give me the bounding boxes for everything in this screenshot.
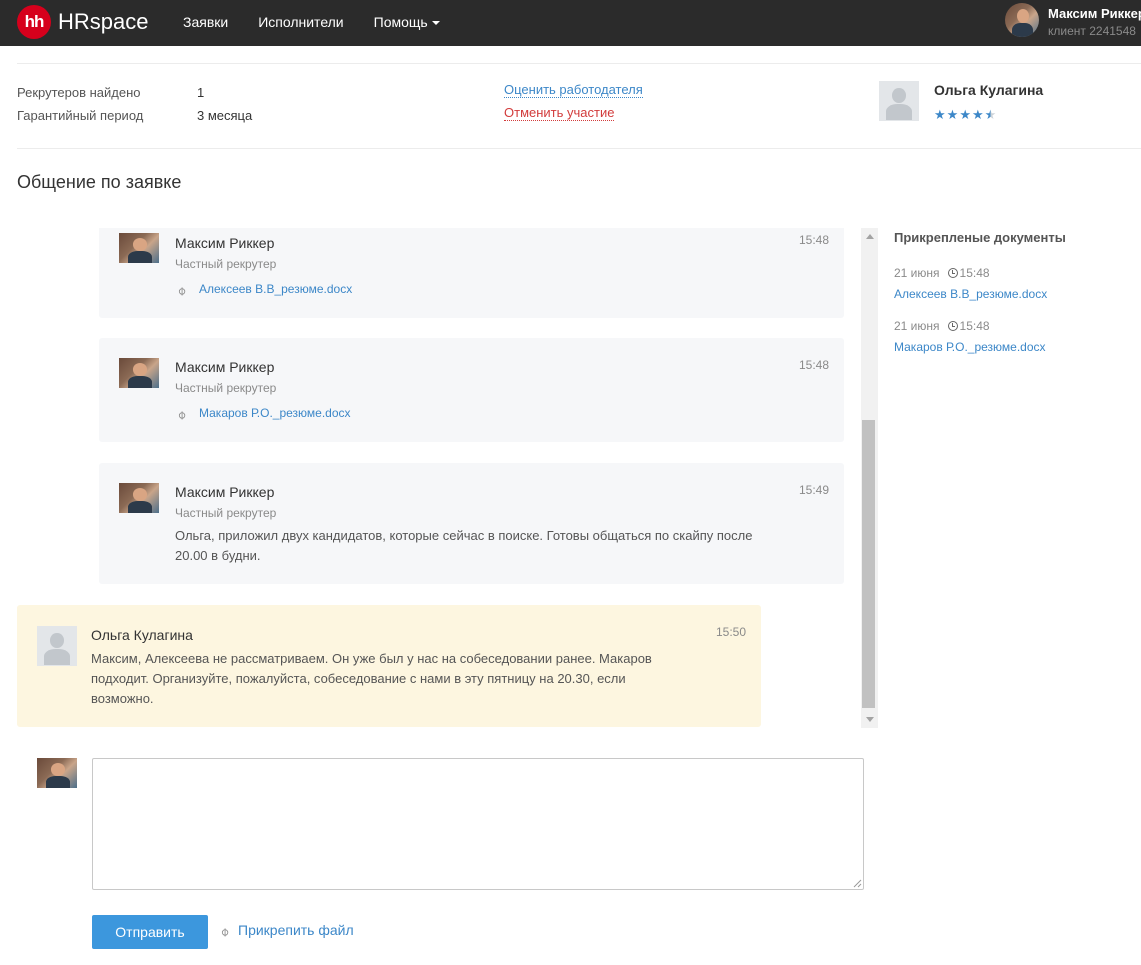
message-text: Максим, Алексеева не рассматриваем. Он у… [91,649,731,709]
author-avatar [37,626,77,666]
employer-rating: ★ ★ ★ ★ ★ [934,108,997,121]
star-icon: ★ [959,107,971,122]
chat-thread[interactable]: Максим Риккер Частный рекрутер 15:48 ⌀ Ал… [17,228,878,728]
logo-text: HRspace [58,9,149,34]
attachment-name: Алексеев В.В_резюме.docx [199,282,353,296]
send-button[interactable]: Отправить [92,915,208,949]
message-text-line: подходит. Организуйте, пожалуйста, собес… [91,671,626,686]
author-avatar [119,233,159,263]
hh-logo-icon: hh [17,5,51,39]
message-text-line: Максим, Алексеева не рассматриваем. Он у… [91,651,652,666]
chat-scrollbar[interactable] [861,228,878,728]
message-text: Ольга, приложил двух кандидатов, которые… [175,526,815,566]
nav-item-help[interactable]: Помощь [374,14,440,30]
resize-grip-icon[interactable] [852,878,862,888]
message-author: Максим Риккер [175,484,275,500]
chat-message: Максим Риккер Частный рекрутер 15:48 ⌀ Ма… [99,338,844,442]
page-title: Общение по заявке [17,172,182,192]
cancel-participation-link[interactable]: Отменить участие [504,105,615,121]
star-icon: ★ [934,107,946,122]
chat-message: Максим Риккер Частный рекрутер 15:49 Оль… [99,463,844,584]
user-client-id: клиент 2241548 [1048,24,1136,38]
nav-item-help-label: Помощь [373,14,428,30]
message-time: 15:48 [798,233,829,247]
message-author-role: Частный рекрутер [175,257,277,271]
message-time: 15:48 [798,358,829,372]
message-author-role: Частный рекрутер [175,381,277,395]
author-avatar [119,483,159,513]
message-text-line: 20.00 в будни. [175,548,261,563]
document-time: 15:48 [959,319,990,333]
chat-message: Максим Риккер Частный рекрутер 15:48 ⌀ Ал… [99,228,844,318]
top-navigation-bar: hh HRspace Заявки Исполнители Помощь Мак… [0,0,1141,46]
nav-item-executors[interactable]: Исполнители [258,14,343,30]
message-time: 15:50 [715,625,746,639]
paperclip-icon: ⌀ [216,924,232,940]
nav-item-requests[interactable]: Заявки [183,14,228,30]
chat-message-employer: Ольга Кулагина 15:50 Максим, Алексеева н… [17,605,761,727]
paperclip-icon: ⌀ [173,283,189,299]
star-icon: ★ [971,107,984,122]
scroll-up-arrow-icon[interactable] [866,234,874,239]
chevron-down-icon [431,21,440,26]
attach-file-label: Прикрепить файл [238,922,354,938]
document-link[interactable]: Макаров Р.О._резюме.docx [894,340,1046,354]
attached-documents-title: Прикрепленые документы [894,230,1066,245]
clock-icon [947,321,958,331]
message-text-line: возможно. [91,691,154,706]
composer-avatar [37,758,77,788]
document-date: 21 июня [894,319,940,333]
divider [17,148,1141,149]
star-half-icon: ★ [984,107,997,122]
scroll-down-arrow-icon[interactable] [866,717,874,722]
document-link[interactable]: Алексеев В.В_резюме.docx [894,287,1047,301]
scrollbar-thumb[interactable] [862,420,875,708]
rate-employer-link[interactable]: Оценить работодателя [504,82,643,98]
message-input[interactable] [92,758,864,890]
message-attachment[interactable]: ⌀ Алексеев В.В_резюме.docx [173,282,353,299]
recruiters-found-label: Рекрутеров найдено [17,85,141,100]
star-icon: ★ [946,107,959,122]
document-meta: 21 июня 15:48 [894,319,990,333]
message-author: Ольга Кулагина [91,627,193,643]
guarantee-period-value: 3 месяца [197,108,253,123]
message-author: Максим Риккер [175,235,275,251]
employer-name: Ольга Кулагина [934,82,1044,98]
main-nav: Заявки Исполнители Помощь [183,14,470,30]
paperclip-icon: ⌀ [173,407,189,423]
document-date: 21 июня [894,266,940,280]
document-meta: 21 июня 15:48 [894,266,990,280]
attach-file-link[interactable]: ⌀ Прикрепить файл [216,922,354,940]
user-name: Максим Риккер [1048,6,1141,21]
user-avatar [1005,3,1039,37]
message-author-role: Частный рекрутер [175,506,277,520]
divider [17,63,1141,64]
clock-icon [947,268,958,278]
message-attachment[interactable]: ⌀ Макаров Р.О._резюме.docx [173,406,351,423]
message-text-line: Ольга, приложил двух кандидатов, которые… [175,528,753,543]
document-time: 15:48 [959,266,990,280]
message-time: 15:49 [798,483,829,497]
hrspace-logo[interactable]: hh HRspace [17,5,148,39]
employer-avatar [879,81,919,121]
author-avatar [119,358,159,388]
guarantee-period-label: Гарантийный период [17,108,144,123]
recruiters-found-value: 1 [197,85,205,100]
user-menu[interactable]: Максим Риккер клиент 2241548 [1005,3,1141,38]
message-author: Максим Риккер [175,359,275,375]
attachment-name: Макаров Р.О._резюме.docx [199,406,351,420]
